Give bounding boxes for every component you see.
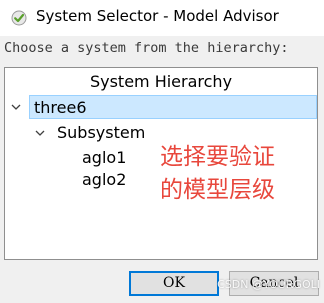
system-selector-dialog: System Selector - Model Advisor Choose a… (0, 0, 324, 303)
tree-node-label: aglo1 (82, 148, 127, 167)
window-title: System Selector - Model Advisor (36, 7, 279, 25)
ok-button[interactable]: OK (129, 271, 219, 296)
instruction-label: Choose a system from the hierarchy: (4, 40, 289, 56)
chevron-down-icon[interactable] (11, 102, 21, 112)
tree-node-subsystem[interactable]: Subsystem (57, 121, 145, 145)
watermark: CSDN @YOURGOLI (217, 278, 320, 291)
tree-header: System Hierarchy (89, 72, 233, 91)
tree-node-label: Subsystem (57, 123, 146, 142)
annotation-text: 选择要验证 的模型层级 (160, 144, 275, 203)
tree-node-three6[interactable]: three6 (29, 95, 317, 119)
tree-node-aglo1[interactable]: aglo1 (82, 146, 126, 170)
tree-node-aglo2[interactable]: aglo2 (82, 168, 126, 192)
title-bar[interactable]: System Selector - Model Advisor (0, 0, 324, 36)
checkmark-circle-icon (11, 10, 27, 26)
tree-node-label: three6 (34, 98, 87, 117)
tree-node-label: aglo2 (82, 170, 127, 189)
chevron-down-icon[interactable] (35, 128, 45, 138)
